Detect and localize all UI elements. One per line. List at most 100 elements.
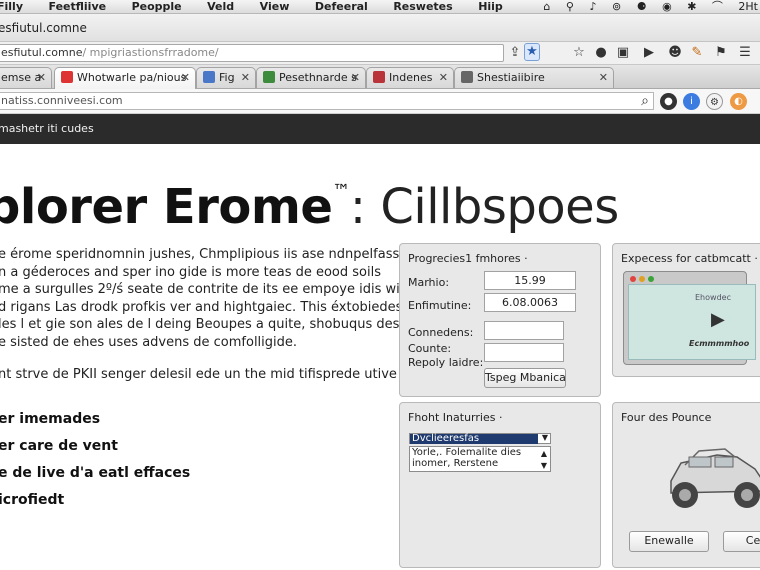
- video-logo: Ecmmmmhoo: [689, 339, 750, 348]
- flag-icon[interactable]: ⚑: [712, 45, 730, 60]
- wifi-icon[interactable]: ⌒: [712, 0, 723, 13]
- status-icons: ⌂ ⚲ ♪ ⊚ ⚈ ◉ ✱ ⌒ 2Ht: [531, 0, 758, 13]
- list-item[interactable]: Yorle,. Folemalite dies: [412, 447, 550, 458]
- trademark-symbol: ™: [332, 181, 350, 202]
- tab-3[interactable]: Fig ✕: [196, 67, 256, 88]
- apple-icon[interactable]: ⌂: [543, 0, 550, 13]
- feature-item: er care de vent: [0, 438, 118, 454]
- menu-view-1[interactable]: Veld: [207, 0, 234, 13]
- close-icon[interactable]: ✕: [599, 68, 608, 87]
- settings-icon[interactable]: ⚙: [706, 93, 723, 110]
- tab-4[interactable]: Pesethnarde s ✕: [256, 67, 366, 88]
- star-blue-icon[interactable]: ★: [524, 43, 540, 61]
- menu-people[interactable]: Peopple: [132, 0, 182, 13]
- intro-text: e érome speridnomnin jushes, Chmplipious…: [0, 246, 432, 383]
- favicon-icon: [373, 71, 385, 83]
- location-icon[interactable]: ◉: [662, 0, 672, 13]
- menu-file[interactable]: Filly: [0, 0, 23, 13]
- favicon-icon: [61, 71, 73, 83]
- tab-label: Pesethnarde s: [279, 71, 357, 84]
- pencil-icon[interactable]: ✎: [688, 45, 706, 60]
- menu-icon[interactable]: ☰: [736, 45, 754, 60]
- list-item[interactable]: inomer, Rerstene: [412, 458, 550, 469]
- figure-icon[interactable]: ⚲: [566, 0, 574, 13]
- connedens-input[interactable]: [484, 321, 564, 340]
- menu-deferral[interactable]: Defeeral: [315, 0, 368, 13]
- page-title: plorer Erome™: Cillbspoes: [0, 162, 619, 237]
- tab-1[interactable]: emse a ✕: [0, 67, 52, 88]
- play-icon[interactable]: ▶: [640, 45, 658, 60]
- intro-line: e sisted de ehes uses advens de comfolli…: [0, 334, 298, 350]
- enable-button[interactable]: Enewalle: [629, 531, 709, 552]
- music-icon[interactable]: ♪: [589, 0, 596, 13]
- video-caption: Ehowdec: [695, 293, 731, 302]
- tab-label: Whotwarle pa/nious: [77, 71, 187, 84]
- record-icon[interactable]: ●: [592, 45, 610, 60]
- window-max-dot[interactable]: [648, 276, 654, 282]
- tab-label: Shestiaiibire: [477, 71, 545, 84]
- field-label: Counte:: [408, 342, 452, 355]
- preview-panel-title: Expecess for catbmcatt ·: [621, 252, 758, 265]
- tab-label: Fig: [219, 71, 235, 84]
- site-header-text: mashetr iti cudes: [0, 122, 94, 135]
- counte-input[interactable]: [484, 343, 564, 362]
- close-icon[interactable]: ✕: [37, 68, 46, 87]
- apply-button[interactable]: Tspeg Mbanica: [484, 368, 566, 388]
- pounce-panel-title: Four des Pounce: [621, 411, 712, 424]
- user-icon[interactable]: ☻: [666, 45, 684, 60]
- favicon-icon: [461, 71, 473, 83]
- field-label: Connedens:: [408, 326, 474, 339]
- search-icon[interactable]: ⌕: [636, 93, 654, 109]
- secondary-url-bar: natiss.conniveesi.com ⌕ ● i ⚙ ◐: [0, 89, 760, 114]
- vehicle-image: [670, 448, 760, 508]
- field-label: Repoly laidre:: [408, 356, 484, 369]
- tab-5[interactable]: Indenes ✕: [366, 67, 454, 88]
- menu-help[interactable]: Hiip: [478, 0, 503, 13]
- intro-line: n a géderoces and sper ino gide is more …: [0, 264, 381, 280]
- menu-edit[interactable]: Feetfliive: [49, 0, 107, 13]
- bluetooth-icon[interactable]: ✱: [687, 0, 696, 13]
- close-icon[interactable]: ✕: [241, 68, 250, 87]
- menu-view-2[interactable]: View: [260, 0, 290, 13]
- tab-6[interactable]: Shestiaiibire ✕: [454, 67, 614, 88]
- site-header: mashetr iti cudes: [0, 114, 760, 144]
- play-icon[interactable]: ▶: [711, 309, 725, 330]
- intro-line: e érome speridnomnin jushes, Chmplipious…: [0, 247, 432, 262]
- tab-label: Indenes: [389, 71, 433, 84]
- chrome-icon[interactable]: ◐: [730, 93, 747, 110]
- intro-line: d rigans Las drodk profkis ver and hight…: [0, 299, 403, 315]
- cancel-button[interactable]: Ce: [723, 531, 760, 552]
- sync-icon[interactable]: ⊚: [612, 0, 621, 13]
- fonts-panel-title: Fhoht Inaturries ·: [408, 411, 503, 424]
- secondary-url-field[interactable]: natiss.conniveesi.com: [0, 92, 654, 110]
- tagline: nt strve de PKII senger delesil ede un t…: [0, 366, 397, 382]
- share-icon[interactable]: ⇪: [506, 45, 524, 60]
- close-icon[interactable]: ✕: [439, 68, 448, 87]
- window-min-dot[interactable]: [639, 276, 645, 282]
- dropdown-arrow-icon[interactable]: ▼: [542, 433, 548, 442]
- menu-list: Filly Feetfliive Peopple Veld View Defee…: [0, 0, 525, 13]
- favicon-icon: [263, 71, 275, 83]
- mario-input[interactable]: 15.99: [484, 271, 576, 290]
- tab-2[interactable]: Whotwarle pa/nious ✕: [54, 67, 196, 89]
- window-close-dot[interactable]: [630, 276, 636, 282]
- enfimutine-input[interactable]: 6.08.0063: [484, 293, 576, 312]
- close-icon[interactable]: ✕: [351, 68, 360, 87]
- favicon-icon: [203, 71, 215, 83]
- mic-icon[interactable]: ⚈: [637, 0, 647, 13]
- scroll-up-icon[interactable]: ▲: [541, 448, 547, 459]
- page-title-light: : Cillbspoes: [349, 179, 619, 235]
- lock-icon[interactable]: ▣: [614, 45, 632, 60]
- stop-icon[interactable]: ●: [660, 93, 677, 110]
- page-title-bold: plorer Erome: [0, 179, 333, 235]
- fonts-panel: Fhoht Inaturries · Dvclieeresfas ▼ Yorle…: [399, 402, 601, 568]
- info-icon[interactable]: i: [683, 93, 700, 110]
- feature-item: icrofiedt: [0, 492, 65, 508]
- font-list[interactable]: Yorle,. Folemalite dies inomer, Rerstene…: [409, 446, 551, 472]
- font-select[interactable]: Dvclieeresfas ▼: [409, 433, 551, 444]
- menu-resources[interactable]: Reswetes: [393, 0, 452, 13]
- bookmark-star-icon[interactable]: ☆: [570, 45, 588, 60]
- scroll-down-icon[interactable]: ▼: [541, 460, 547, 471]
- url-field[interactable]: esfiutul.comne/ mpigriastionsfrradome/: [0, 44, 504, 62]
- close-icon[interactable]: ✕: [181, 68, 190, 87]
